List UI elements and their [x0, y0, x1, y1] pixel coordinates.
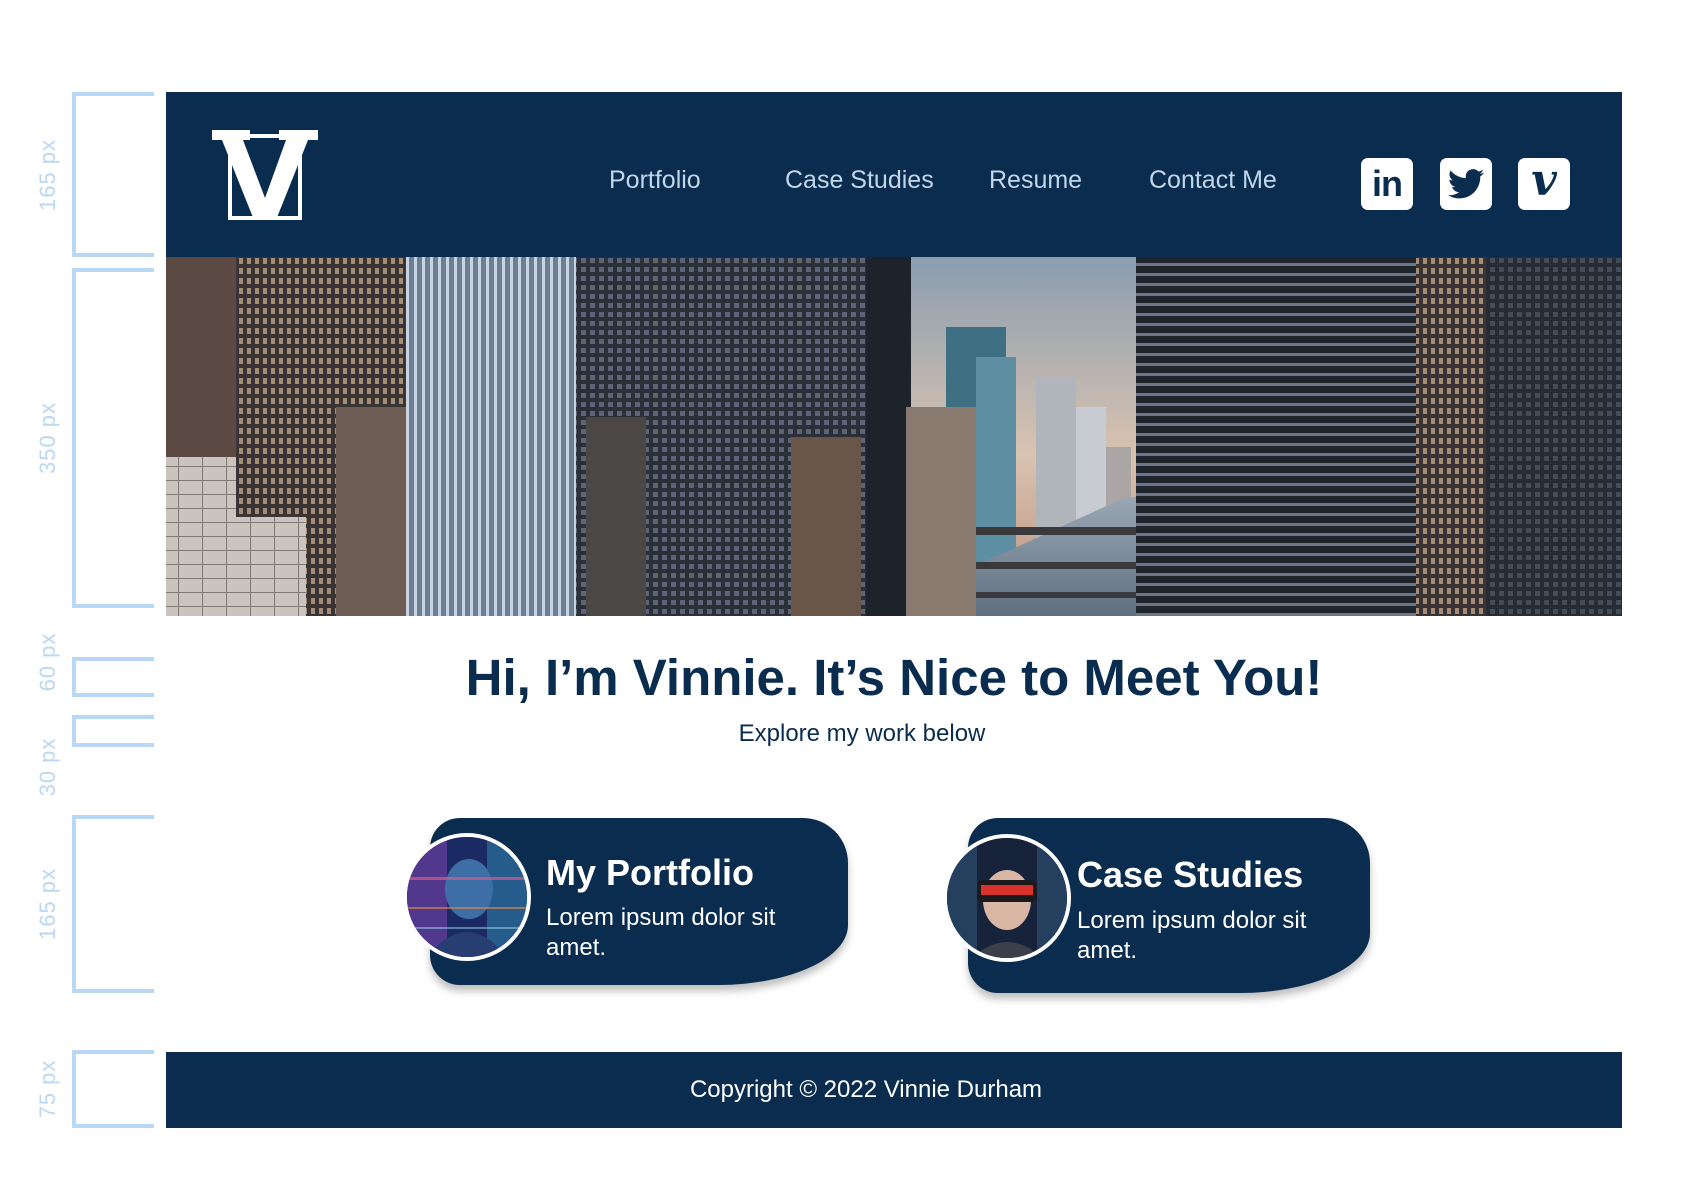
annotation-cards-height: 165 px	[0, 815, 160, 993]
page-headline: Hi, I’m Vinnie. It’s Nice to Meet You!	[465, 649, 1323, 706]
twitter-icon	[1448, 169, 1484, 199]
linkedin-button[interactable]: in	[1361, 158, 1413, 210]
city-skyline-photo	[166, 257, 1622, 616]
card-description: Lorem ipsum dolor sit amet.	[1077, 907, 1307, 964]
site-header: Portfolio Case Studies Resume Contact Me…	[166, 92, 1622, 257]
annotation-label: 165 px	[35, 138, 60, 211]
page-subline: Explore my work below	[738, 720, 986, 747]
nav-resume[interactable]: Resume	[989, 166, 1082, 195]
person-in-vr-headset-photo	[947, 838, 1067, 958]
site-logo[interactable]	[212, 130, 318, 224]
annotation-label: 165 px	[35, 867, 60, 941]
annotation-headline-height: 60 px	[0, 633, 160, 697]
v-logo-icon	[212, 130, 318, 220]
nav-case-studies[interactable]: Case Studies	[785, 166, 934, 195]
copyright-text: Copyright © 2022 Vinnie Durham	[689, 1076, 1043, 1103]
portfolio-avatar	[403, 833, 531, 961]
annotation-label: 60 px	[35, 632, 60, 692]
site-footer: Copyright © 2022 Vinnie Durham	[166, 1052, 1622, 1128]
annotation-header-height: 165 px	[0, 92, 160, 257]
annotation-hero-height: 350 px	[0, 268, 160, 608]
annotation-label: 75 px	[35, 1059, 60, 1119]
annotation-label: 30 px	[35, 737, 60, 797]
nav-contact-me[interactable]: Contact Me	[1149, 166, 1277, 195]
vimeo-icon: v	[1531, 155, 1557, 206]
annotation-bracket	[72, 268, 154, 608]
annotation-bracket	[72, 92, 154, 257]
card-title: Case Studies	[1077, 854, 1304, 895]
annotation-bracket	[72, 1050, 154, 1128]
linkedin-icon: in	[1372, 163, 1403, 204]
nav-portfolio[interactable]: Portfolio	[609, 166, 701, 195]
person-with-projection-photo	[407, 837, 527, 957]
hero-city-image	[166, 257, 1622, 616]
case-studies-avatar	[943, 834, 1071, 962]
annotation-bracket	[72, 815, 154, 993]
card-title: My Portfolio	[546, 852, 754, 893]
annotation-label: 350 px	[35, 401, 60, 475]
annotation-footer-height: 75 px	[0, 1050, 160, 1128]
annotation-bracket	[72, 657, 154, 697]
vimeo-button[interactable]: v	[1518, 158, 1570, 210]
twitter-button[interactable]	[1440, 158, 1492, 210]
annotation-bracket	[72, 715, 154, 747]
card-description: Lorem ipsum dolor sit amet.	[546, 904, 776, 961]
annotation-subline-height: 30 px	[0, 715, 160, 796]
